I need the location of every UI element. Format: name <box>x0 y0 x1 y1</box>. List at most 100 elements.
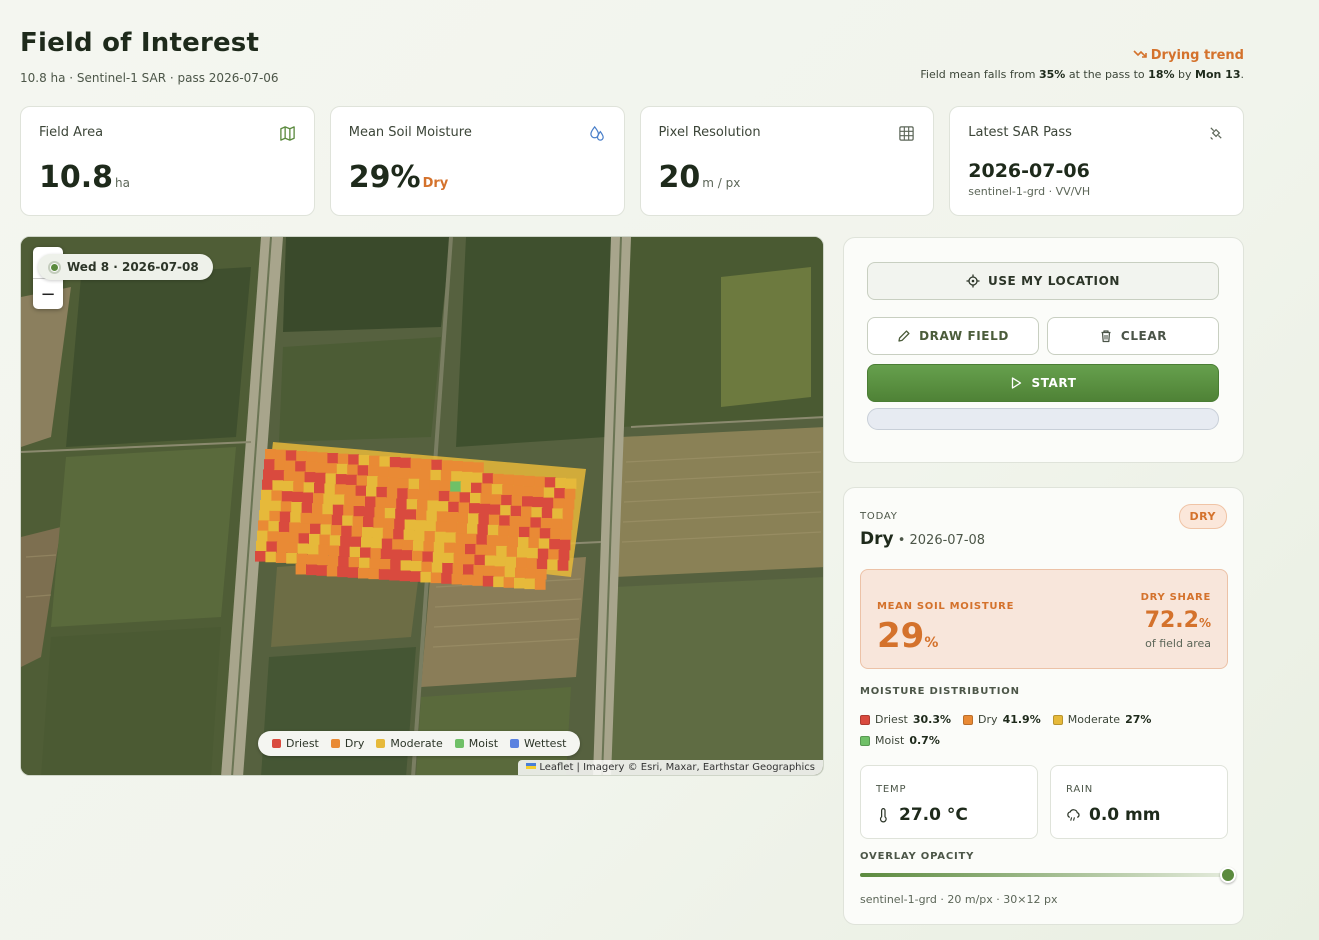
use-location-button[interactable]: USE MY LOCATION <box>867 262 1219 300</box>
moisture-cell <box>450 481 461 492</box>
moisture-cell <box>309 533 320 545</box>
moisture-cell <box>290 512 301 523</box>
moisture-cell <box>517 547 528 558</box>
moisture-cell <box>462 574 473 586</box>
moisture-cell <box>324 483 336 495</box>
moisture-cell <box>313 493 324 504</box>
moisture-cell <box>351 526 363 537</box>
moisture-cell <box>268 521 280 532</box>
trend-desc-mid: at the pass to <box>1065 68 1149 81</box>
start-button[interactable]: START <box>867 364 1219 402</box>
moisture-cell <box>544 477 556 488</box>
moisture-cell <box>414 530 425 541</box>
moisture-cell <box>498 525 509 537</box>
crosshair-icon <box>966 274 980 288</box>
moisture-cell <box>445 532 456 543</box>
rain-value: 0.0 mm <box>1089 805 1161 825</box>
moisture-cell <box>479 503 491 515</box>
zoom-out-button[interactable]: − <box>33 278 63 309</box>
moisture-cell <box>355 485 367 497</box>
trend-description: Field mean falls from 35% at the pass to… <box>920 68 1244 81</box>
moisture-cell <box>422 551 434 563</box>
rain-label: RAIN <box>1066 784 1094 795</box>
moisture-cell <box>278 521 290 533</box>
rain-value-row: 0.0 mm <box>1066 805 1212 825</box>
moisture-cell <box>370 548 382 559</box>
moisture-cell <box>410 571 421 582</box>
date-pill[interactable]: Wed 8 · 2026-07-08 <box>38 254 213 280</box>
stat-latest-pass: Latest SAR Pass 2026-07-06 sentinel-1-gr… <box>949 106 1244 216</box>
moisture-cell <box>516 557 527 569</box>
moisture-cell <box>342 515 353 527</box>
clear-button[interactable]: CLEAR <box>1047 317 1219 355</box>
legend-swatch <box>454 739 464 748</box>
moisture-cell <box>431 459 443 471</box>
moisture-cell <box>334 484 346 495</box>
moisture-cell <box>475 544 487 556</box>
moisture-cell <box>550 528 561 540</box>
moisture-cell <box>298 533 310 544</box>
pixel-resolution-unit: m / px <box>702 176 741 190</box>
moisture-cell <box>528 537 540 549</box>
moisture-cell <box>272 480 284 491</box>
moisture-cell <box>524 578 536 590</box>
slider-handle[interactable] <box>1220 867 1236 883</box>
moisture-cell <box>379 456 391 467</box>
moisture-cell <box>269 510 281 522</box>
moisture-cell <box>376 486 388 498</box>
moisture-cell <box>442 563 453 574</box>
moisture-cell <box>384 508 396 519</box>
map-attribution[interactable]: Leaflet | Imagery © Esri, Maxar, Earthst… <box>518 760 823 775</box>
map-legend: Driest Dry Moderate Moist Wettest <box>258 731 581 756</box>
moisture-cell <box>396 498 407 510</box>
moisture-cell <box>371 537 383 549</box>
moisture-cell <box>436 511 448 522</box>
moisture-cell <box>373 517 385 529</box>
moisture-cell <box>486 535 498 546</box>
moisture-cell <box>271 490 283 502</box>
moisture-cell <box>335 474 347 485</box>
moisture-cell <box>464 554 475 565</box>
moisture-cell <box>490 494 502 505</box>
legend-swatch <box>376 739 386 748</box>
moisture-cell <box>263 469 274 480</box>
moisture-cell <box>363 516 374 528</box>
moisture-cell <box>261 489 272 501</box>
map-view[interactable]: + − Wed 8 · 2026-07-08 Driest Dry Modera… <box>20 236 824 776</box>
moisture-cell <box>456 522 468 534</box>
pixel-resolution-value: 20 <box>658 160 701 195</box>
moisture-cell <box>303 482 315 493</box>
moisture-cell <box>385 497 397 509</box>
rain-card: RAIN 0.0 mm <box>1050 765 1228 839</box>
slider-track[interactable] <box>860 873 1228 877</box>
distribution-label: Moist <box>875 734 905 747</box>
legend-label: Dry <box>344 737 365 750</box>
moisture-cell <box>381 538 393 550</box>
moisture-cell <box>339 546 350 557</box>
moisture-cell <box>562 509 574 520</box>
moisture-cell <box>555 477 566 489</box>
moisture-cell <box>542 497 554 509</box>
moisture-cell <box>317 452 328 463</box>
moisture-cell <box>432 552 444 563</box>
moisture-cell <box>494 566 505 577</box>
stat-label: Mean Soil Moisture <box>348 125 472 140</box>
draw-field-button[interactable]: DRAW FIELD <box>867 317 1039 355</box>
opacity-slider[interactable] <box>860 867 1236 883</box>
moisture-cell <box>299 523 311 534</box>
moisture-cell <box>266 541 278 553</box>
dry-share-number: 72.2 <box>1144 608 1199 633</box>
moisture-cell <box>286 553 297 564</box>
distribution-item: Dry 41.9% <box>963 713 1041 726</box>
moisture-cell <box>524 475 535 487</box>
moisture-cell <box>549 539 560 550</box>
moisture-cell <box>291 502 302 513</box>
moisture-cell <box>364 506 375 518</box>
moisture-cell <box>487 524 499 536</box>
moisture-cell <box>472 575 484 586</box>
moisture-cell <box>294 471 305 482</box>
moisture-cell <box>452 461 463 472</box>
moisture-cell <box>391 549 402 561</box>
distribution-label: Moderate <box>1067 713 1121 726</box>
moisture-cell <box>265 551 277 563</box>
